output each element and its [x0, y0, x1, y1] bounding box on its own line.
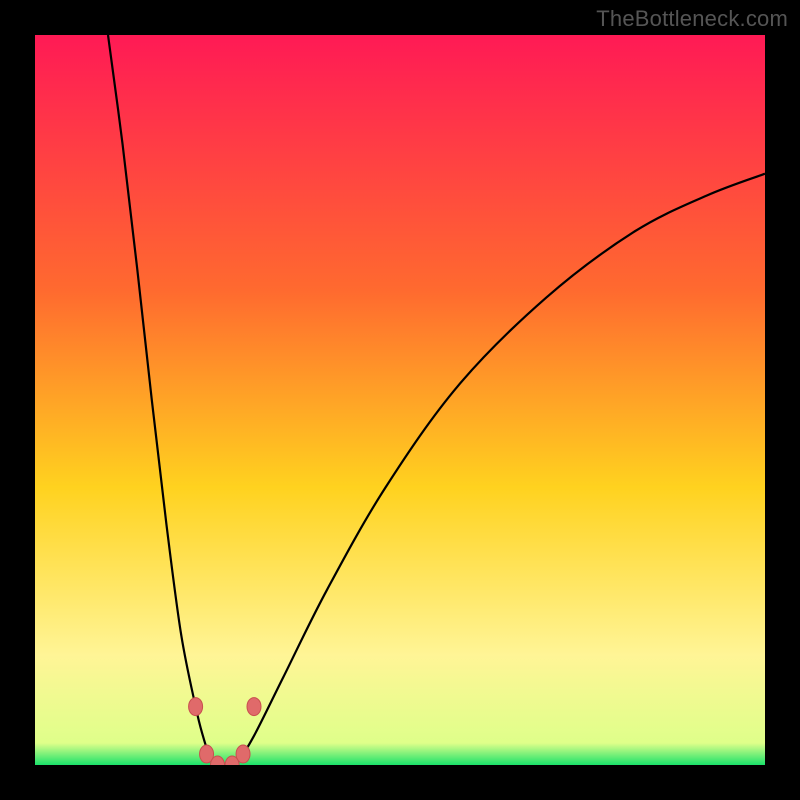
chart-frame: TheBottleneck.com — [0, 0, 800, 800]
plot-area — [35, 35, 765, 765]
marker-dot — [247, 698, 261, 716]
curve-right-branch — [225, 174, 765, 765]
marker-dot — [189, 698, 203, 716]
bottleneck-curve — [35, 35, 765, 765]
curve-left-branch — [108, 35, 225, 765]
watermark-text: TheBottleneck.com — [596, 6, 788, 32]
